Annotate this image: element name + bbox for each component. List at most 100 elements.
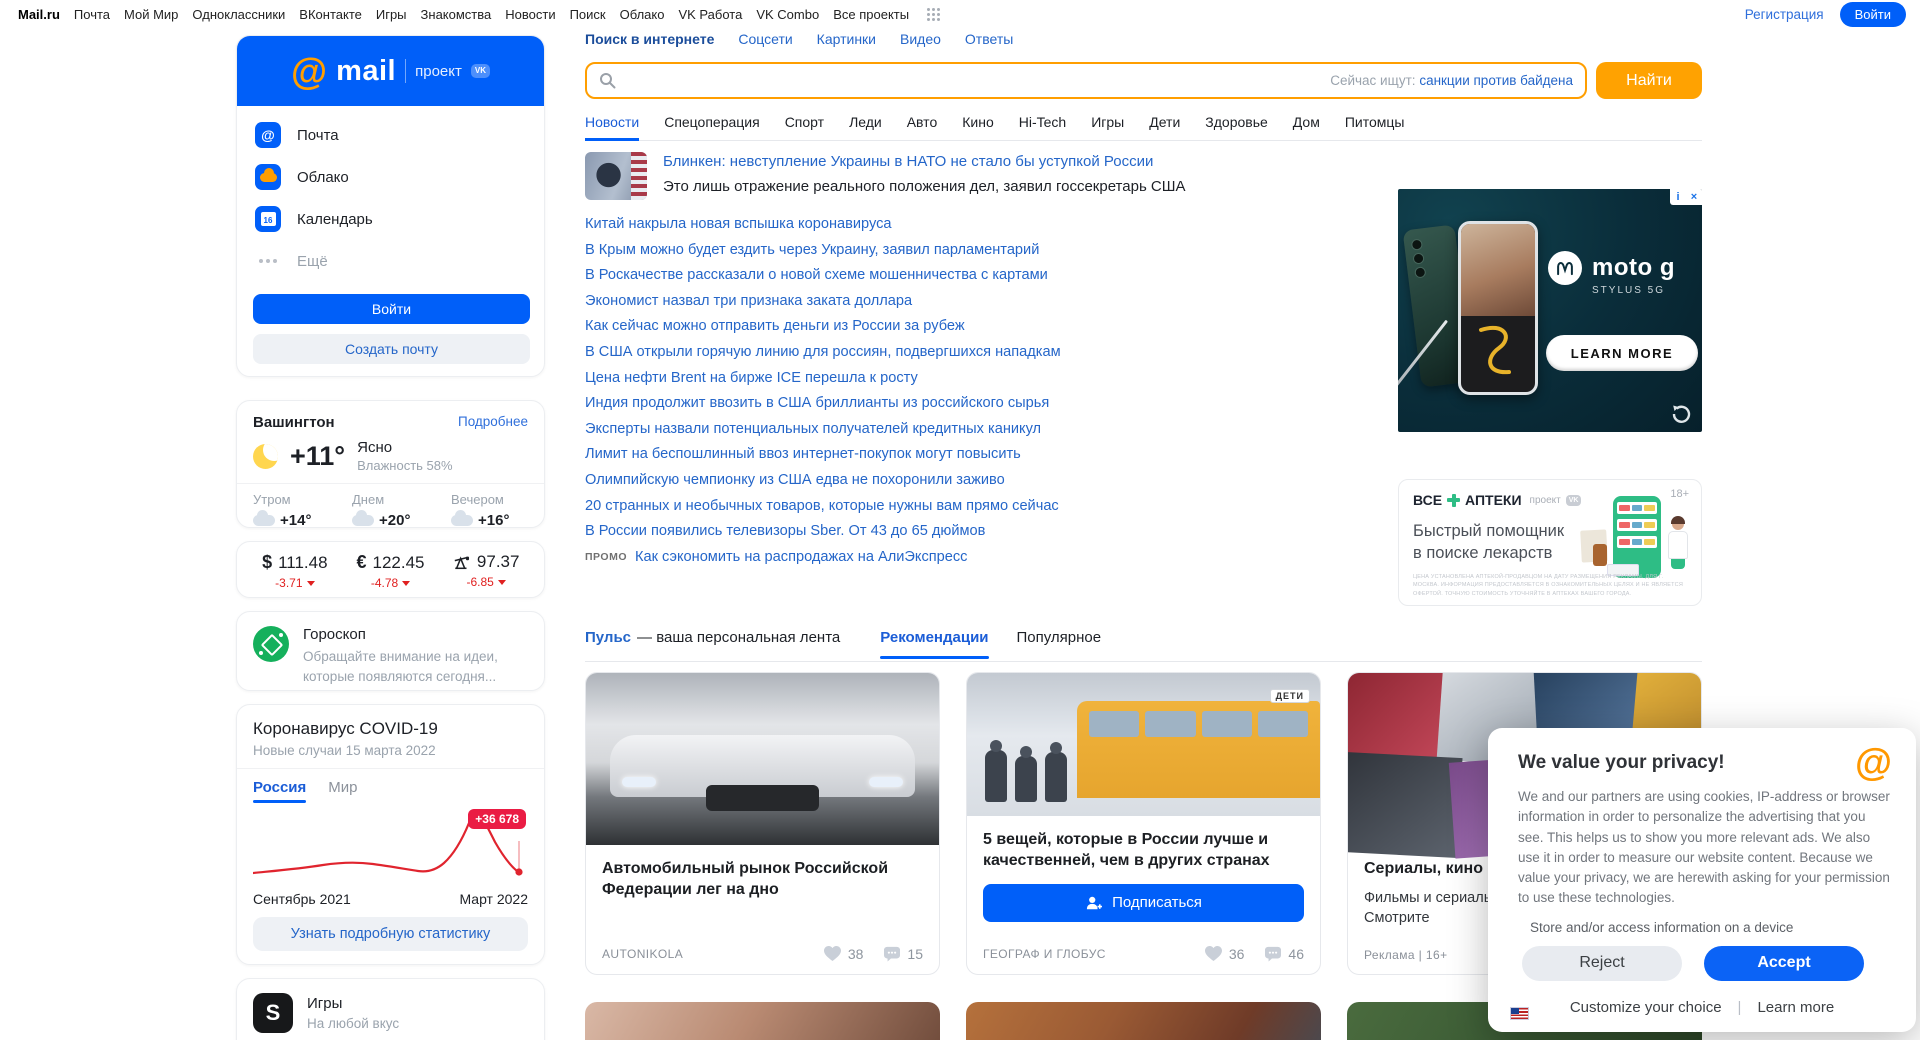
topnav-item-pochta[interactable]: Почта: [74, 7, 110, 22]
pulse-tab-recommendations[interactable]: Рекомендации: [880, 629, 988, 659]
search-tab-social[interactable]: Соцсети: [738, 31, 792, 47]
feed-card-image[interactable]: ДЕТИ: [967, 673, 1320, 816]
top-login-button[interactable]: Войти: [1840, 2, 1906, 27]
news-link[interactable]: В России появились телевизоры Sber. От 4…: [585, 523, 1395, 539]
pulse-tab-popular[interactable]: Популярное: [1017, 629, 1102, 659]
feed-card-title[interactable]: Автомобильный рынок Российской Федерации…: [586, 845, 939, 901]
covid-widget: Коронавирус COVID-19 Новые случаи 15 мар…: [236, 704, 545, 965]
comment-icon[interactable]: [883, 946, 901, 962]
news-tab-specoperaciya[interactable]: Спецоперация: [664, 114, 759, 130]
news-tab-kino[interactable]: Кино: [962, 114, 994, 130]
news-link[interactable]: В Роскачестве рассказали о новой схеме м…: [585, 267, 1395, 283]
news-tab-pitomcy[interactable]: Питомцы: [1345, 114, 1405, 130]
covid-tab-russia[interactable]: Россия: [253, 779, 306, 803]
news-link[interactable]: Экономист назвал три признака заката дол…: [585, 293, 1395, 309]
cloud-sun-icon: [253, 515, 275, 526]
news-link[interactable]: Китай накрыла новая вспышка коронавируса: [585, 216, 1395, 232]
search-tab-answers[interactable]: Ответы: [965, 31, 1013, 47]
news-link[interactable]: В Крым можно будет ездить через Украину,…: [585, 242, 1395, 258]
ad-info-icon[interactable]: i: [1670, 189, 1686, 205]
feed-card-image[interactable]: [966, 1002, 1321, 1040]
news-tab-ledi[interactable]: Леди: [849, 114, 882, 130]
feed-card-title[interactable]: 5 вещей, которые в России лучше и качест…: [967, 816, 1320, 872]
trending-query-link[interactable]: санкции против байдена: [1419, 73, 1573, 88]
ad-close-icon[interactable]: ×: [1686, 189, 1702, 205]
register-link[interactable]: Регистрация: [1745, 7, 1824, 22]
customize-choice-link[interactable]: Customize your choice: [1570, 999, 1722, 1016]
news-link[interactable]: Индия продолжит ввозить в США бриллианты…: [585, 395, 1395, 411]
like-count[interactable]: 38: [848, 946, 864, 962]
news-tab-igry[interactable]: Игры: [1091, 114, 1124, 130]
comment-icon[interactable]: [1264, 946, 1282, 962]
search-tab-web[interactable]: Поиск в интернете: [585, 31, 714, 47]
topnav-item-vse-proekty[interactable]: Все проекты: [833, 7, 909, 22]
news-tab-dom[interactable]: Дом: [1293, 114, 1320, 130]
sidebar-item-mail[interactable]: @ Почта: [255, 114, 544, 156]
news-tab-deti[interactable]: Дети: [1149, 114, 1180, 130]
news-link[interactable]: Как сейчас можно отправить деньги из Рос…: [585, 318, 1395, 334]
feed-card-image[interactable]: [586, 673, 939, 845]
pulse-title-link[interactable]: Пульс: [585, 629, 631, 646]
news-link[interactable]: 20 странных и необычных товаров, которые…: [585, 498, 1395, 514]
search-input[interactable]: [624, 72, 1322, 90]
search-submit-button[interactable]: Найти: [1596, 62, 1702, 99]
weather-more-link[interactable]: Подробнее: [458, 414, 528, 431]
covid-tab-world[interactable]: Мир: [328, 779, 357, 803]
topnav-item-vkontakte[interactable]: ВКонтакте: [299, 7, 362, 22]
learn-more-link[interactable]: Learn more: [1757, 999, 1834, 1016]
topnav-item-odnoklassniki[interactable]: Одноклассники: [192, 7, 285, 22]
ad-refresh-icon[interactable]: [1670, 402, 1692, 424]
feed-card-image[interactable]: [585, 1002, 940, 1040]
mail-logo[interactable]: @ mail проект VK: [237, 36, 544, 106]
search-tab-video[interactable]: Видео: [900, 31, 941, 47]
games-widget[interactable]: S Игры На любой вкус: [236, 978, 545, 1040]
news-link[interactable]: Олимпийскую чемпионку из США едва не пох…: [585, 472, 1395, 488]
topnav-item-vk-combo[interactable]: VK Combo: [756, 7, 819, 22]
news-tab-novosti[interactable]: Новости: [585, 114, 639, 130]
like-count[interactable]: 36: [1229, 946, 1245, 962]
sidebar-item-calendar[interactable]: 16 Календарь: [255, 198, 544, 240]
comment-count[interactable]: 46: [1288, 946, 1304, 962]
news-tab-sport[interactable]: Спорт: [785, 114, 824, 130]
language-flag-icon[interactable]: [1510, 1007, 1529, 1020]
news-link[interactable]: Лимит на беспошлинный ввоз интернет-поку…: [585, 446, 1395, 462]
sidebar-login-button[interactable]: Войти: [253, 294, 530, 324]
learn-more-button[interactable]: LEARN MORE: [1546, 335, 1698, 371]
search-tab-images[interactable]: Картинки: [817, 31, 876, 47]
like-icon[interactable]: [1204, 945, 1223, 962]
news-tab-avto[interactable]: Авто: [907, 114, 938, 130]
subscribe-button[interactable]: Подписаться: [983, 884, 1304, 922]
topnav-item-igry[interactable]: Игры: [376, 7, 407, 22]
news-tab-hitech[interactable]: Hi-Tech: [1019, 114, 1066, 130]
moto-ad-banner[interactable]: moto g STYLUS 5G LEARN MORE i ×: [1398, 189, 1702, 432]
news-link[interactable]: Цена нефти Brent на бирже ICE перешла к …: [585, 370, 1395, 386]
apteki-ad-banner[interactable]: ВСЕ АПТЕКИ проект VK Быстрый помощник в …: [1398, 479, 1702, 606]
promo-news-link[interactable]: Как сэкономить на распродажах на АлиЭксп…: [635, 549, 967, 565]
horoscope-widget[interactable]: Гороскоп Обращайте внимание на идеи, кот…: [236, 611, 545, 691]
apps-grid-icon[interactable]: [927, 8, 940, 21]
topnav-item-novosti[interactable]: Новости: [505, 7, 555, 22]
period-temp: +20°: [379, 512, 410, 529]
topnav-item-moymir[interactable]: Мой Мир: [124, 7, 178, 22]
horoscope-text: Обращайте внимание на идеи, которые появ…: [303, 647, 528, 686]
lead-news[interactable]: Блинкен: невступление Украины в НАТО не …: [585, 152, 1395, 200]
covid-stats-button[interactable]: Узнать подробную статистику: [253, 917, 528, 951]
topnav-item-znakomstva[interactable]: Знакомства: [421, 7, 492, 22]
news-link[interactable]: Эксперты назвали потенциальных получател…: [585, 421, 1395, 437]
news-tab-zdorovie[interactable]: Здоровье: [1205, 114, 1268, 130]
mailru-home-link[interactable]: Mail.ru: [18, 7, 60, 22]
topnav-item-oblako[interactable]: Облако: [620, 7, 665, 22]
create-mail-button[interactable]: Создать почту: [253, 334, 530, 364]
comment-count[interactable]: 15: [907, 946, 923, 962]
topnav-item-poisk[interactable]: Поиск: [570, 7, 606, 22]
sidebar-item-label: Почта: [297, 127, 339, 144]
reject-button[interactable]: Reject: [1522, 946, 1682, 981]
like-icon[interactable]: [823, 945, 842, 962]
news-link[interactable]: В США открыли горячую линию для россиян,…: [585, 344, 1395, 360]
sidebar-item-cloud[interactable]: Облако: [255, 156, 544, 198]
topnav-item-vk-rabota[interactable]: VK Работа: [678, 7, 742, 22]
sidebar-item-more[interactable]: Ещё: [255, 240, 544, 282]
lead-news-title[interactable]: Блинкен: невступление Украины в НАТО не …: [663, 153, 1153, 170]
accept-button[interactable]: Accept: [1704, 946, 1864, 981]
lead-news-image[interactable]: [585, 152, 647, 200]
